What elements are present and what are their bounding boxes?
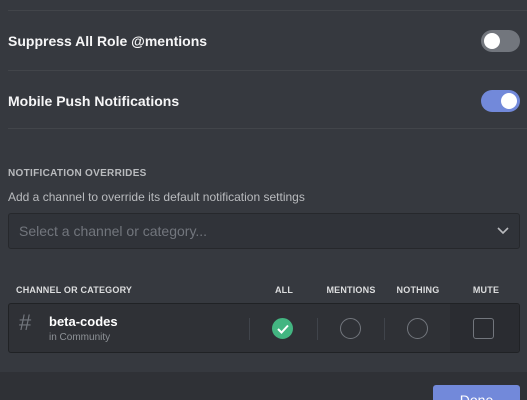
header-mentions: MENTIONS: [326, 285, 376, 295]
top-divider: [8, 10, 527, 11]
channel-select-placeholder: Select a channel or category...: [19, 223, 208, 239]
toggle-knob: [484, 33, 500, 49]
footer-bar: Done: [0, 372, 527, 400]
mobile-push-row: Mobile Push Notifications: [8, 86, 520, 116]
header-mute: MUTE: [472, 285, 500, 295]
header-nothing: NOTHING: [396, 285, 440, 295]
override-channel-name: beta-codes: [49, 314, 118, 329]
chevron-down-icon: [497, 227, 509, 235]
suppress-role-mentions-row: Suppress All Role @mentions: [8, 26, 520, 56]
hash-icon: #: [19, 310, 32, 335]
overrides-description: Add a channel to override its default no…: [8, 190, 305, 204]
mute-cell: [450, 304, 519, 352]
mute-checkbox[interactable]: [473, 318, 494, 339]
override-row: # beta-codes in Community: [8, 303, 520, 353]
header-channel: CHANNEL OR CATEGORY: [16, 285, 133, 295]
channel-select[interactable]: Select a channel or category...: [8, 213, 520, 249]
suppress-role-mentions-toggle[interactable]: [481, 30, 520, 52]
header-all: ALL: [274, 285, 294, 295]
checkmark-icon: [277, 324, 289, 334]
overrides-section-title: NOTIFICATION OVERRIDES: [8, 168, 147, 179]
column-divider: [317, 318, 318, 340]
toggle-knob: [501, 93, 517, 109]
row-divider: [8, 70, 527, 71]
override-channel-category: in Community: [49, 332, 111, 343]
suppress-role-mentions-label: Suppress All Role @mentions: [8, 33, 208, 49]
column-divider: [384, 318, 385, 340]
mobile-push-label: Mobile Push Notifications: [8, 93, 180, 109]
radio-nothing[interactable]: [407, 318, 428, 339]
row-divider: [8, 128, 527, 129]
radio-mentions[interactable]: [340, 318, 361, 339]
mobile-push-toggle[interactable]: [481, 90, 520, 112]
radio-all[interactable]: [272, 318, 293, 339]
done-button[interactable]: Done: [433, 385, 520, 400]
column-divider: [249, 318, 250, 340]
